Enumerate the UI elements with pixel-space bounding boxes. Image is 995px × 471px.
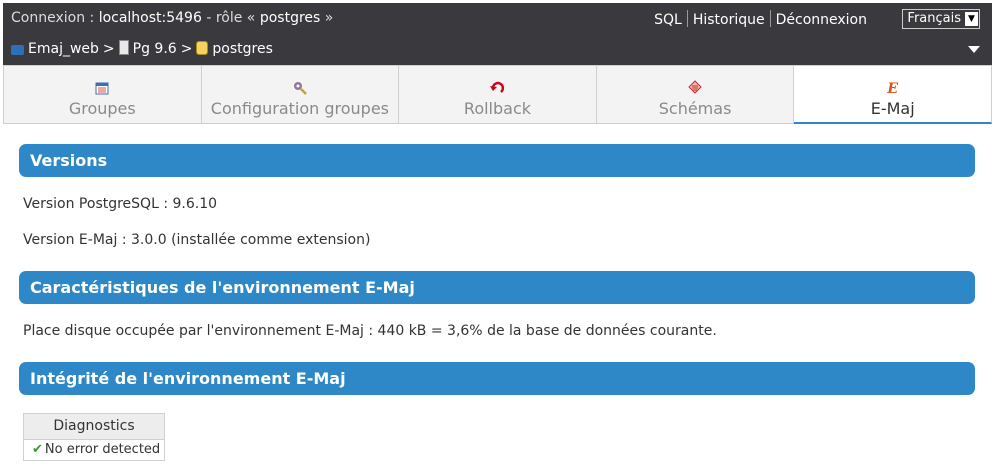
integrity-section-header: Intégrité de l'environnement E-Maj — [19, 362, 975, 395]
tab-schemas-label: Schémas — [658, 99, 732, 118]
rollback-icon — [489, 80, 505, 98]
connection-info: Connexion : localhost:5496 - rôle « post… — [11, 10, 333, 26]
top-links: SQL Historique Déconnexion — [649, 10, 872, 28]
tab-rollback-label: Rollback — [463, 99, 532, 118]
tab-bar: Groupes Configuration groupes Rollback S… — [3, 65, 992, 124]
connection-prefix: Connexion : — [11, 10, 99, 26]
diagnostics-row: ✔ No error detected — [24, 440, 164, 460]
disk-space-text: Place disque occupée par l'environnement… — [23, 323, 717, 339]
top-bar: Connexion : localhost:5496 - rôle « post… — [3, 3, 992, 65]
logout-link[interactable]: Déconnexion — [771, 12, 872, 28]
emaj-version-text: Version E-Maj : 3.0.0 (installée comme e… — [23, 232, 371, 248]
role-prefix: - rôle « — [201, 10, 260, 26]
schemas-icon — [687, 80, 703, 98]
groups-icon — [94, 80, 110, 98]
language-select[interactable]: Français ▼ — [902, 9, 980, 29]
tab-emaj[interactable]: E E-Maj — [794, 65, 992, 124]
database-icon — [196, 41, 209, 55]
config-groups-icon — [292, 80, 308, 98]
environment-section-header: Caractéristiques de l'environnement E-Ma… — [19, 271, 975, 304]
chevron-down-icon: ▼ — [965, 12, 978, 26]
breadcrumb-separator: > — [102, 41, 115, 57]
breadcrumb-separator: > — [180, 41, 193, 57]
postgres-instance-icon — [118, 40, 129, 55]
versions-section-header: Versions — [19, 144, 975, 177]
breadcrumb-server[interactable]: Emaj_web — [28, 41, 99, 57]
connection-host: localhost:5496 — [98, 10, 202, 26]
emaj-icon: E — [887, 81, 898, 97]
sql-link[interactable]: SQL — [649, 12, 687, 28]
breadcrumb-database[interactable]: postgres — [212, 41, 272, 57]
language-value: Français — [907, 11, 961, 26]
role-suffix: » — [320, 10, 334, 26]
breadcrumb: Emaj_web > Pg 9.6 > postgres — [11, 40, 273, 57]
tab-rollback[interactable]: Rollback — [399, 65, 597, 124]
collapse-toggle-icon[interactable] — [968, 46, 980, 53]
tab-groups-configuration-label: Configuration groupes — [210, 99, 390, 118]
tab-emaj-label: E-Maj — [870, 99, 915, 118]
server-icon — [11, 45, 24, 55]
role-name: postgres — [259, 10, 321, 26]
diagnostics-result: No error detected — [44, 442, 161, 457]
tab-schemas[interactable]: Schémas — [596, 65, 795, 124]
pg-version-text: Version PostgreSQL : 9.6.10 — [23, 196, 218, 212]
checkmark-icon: ✔ — [32, 442, 43, 457]
diagnostics-header: Diagnostics — [24, 414, 164, 440]
tab-groups[interactable]: Groupes — [3, 65, 202, 124]
history-link[interactable]: Historique — [688, 12, 770, 28]
diagnostics-table: Diagnostics ✔ No error detected — [23, 413, 165, 461]
tab-groups-label: Groupes — [68, 99, 136, 118]
tab-groups-configuration[interactable]: Configuration groupes — [201, 65, 400, 124]
breadcrumb-instance[interactable]: Pg 9.6 — [133, 41, 177, 57]
